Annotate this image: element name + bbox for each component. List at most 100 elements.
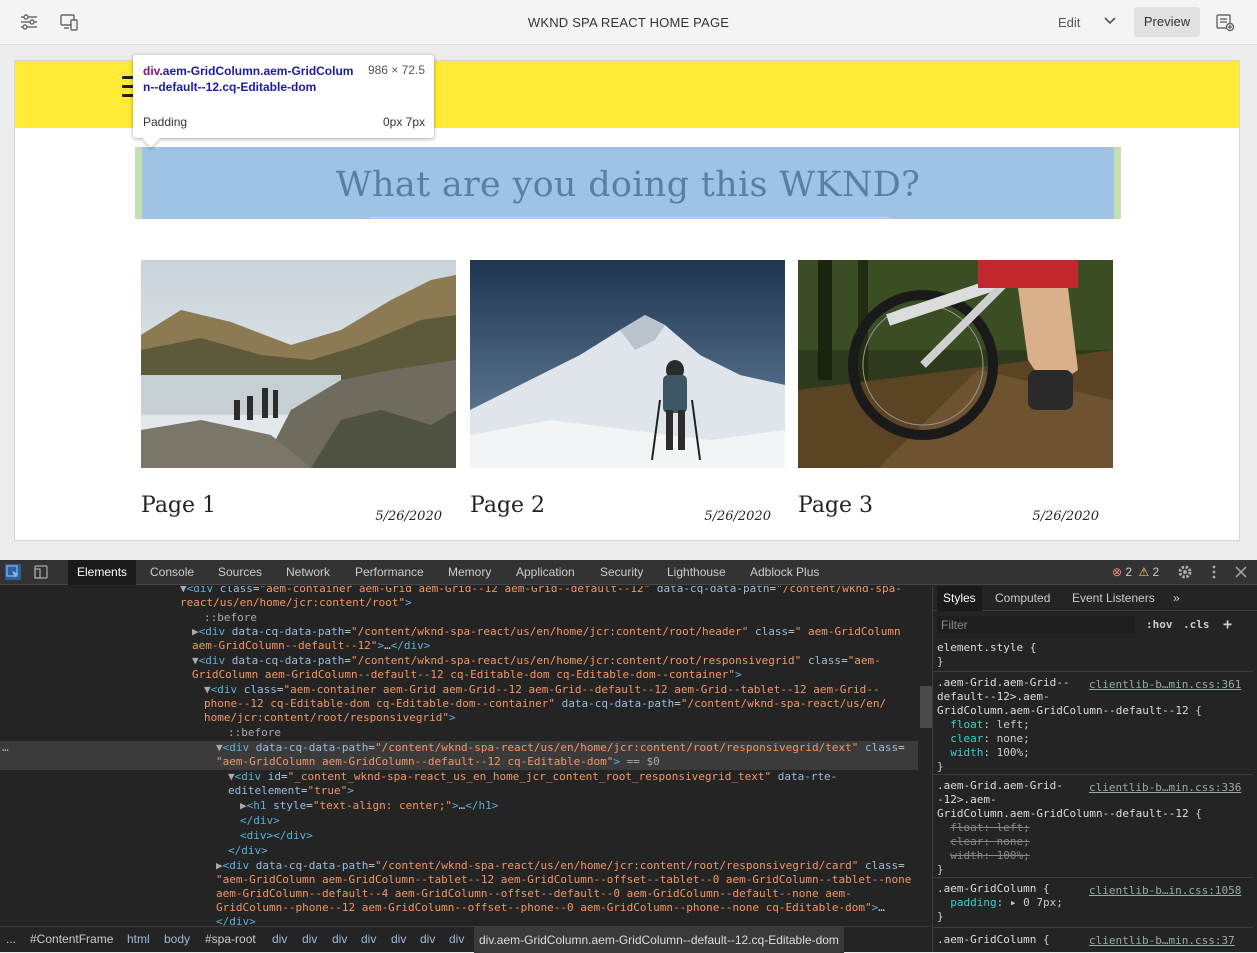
tooltip-size: 986 × 72.5 [367, 63, 425, 77]
breadcrumb-item[interactable]: div [449, 932, 464, 946]
dom-node: aem-GridColumn--default--12">…</div> [192, 639, 431, 652]
dom-node: aem-GridColumn--default--4 aem-GridColum… [216, 887, 852, 900]
styles-tab-bar: Styles Computed Event Listeners » [933, 586, 1257, 611]
preview-button[interactable]: Preview [1134, 7, 1200, 37]
card-image-bike [798, 260, 1113, 468]
stylesheet-link[interactable]: clientlib-b…in.css:1058 [1089, 884, 1241, 897]
dom-node: "aem-GridColumn aem-GridColumn--tablet--… [216, 873, 912, 886]
style-rule: .aem-GridColumn { [937, 933, 1050, 946]
dom-node: GridColumn--phone--12 aem-GridColumn--of… [216, 901, 885, 914]
breadcrumb-item[interactable]: div [420, 932, 435, 946]
breadcrumb-item[interactable]: #ContentFrame [30, 932, 113, 946]
rule-divider [933, 774, 1253, 775]
tab-sources[interactable]: Sources [218, 565, 262, 579]
dom-node: "aem-GridColumn aem-GridColumn--default-… [216, 755, 660, 768]
breadcrumb-overflow[interactable]: ... [6, 932, 16, 946]
dom-node: ::before [228, 726, 281, 739]
breadcrumb-item[interactable]: html [127, 932, 150, 946]
hover-state-toggle[interactable]: :hov [1146, 618, 1173, 631]
tab-computed[interactable]: Computed [995, 591, 1050, 605]
stylesheet-link[interactable]: clientlib-b…min.css:361 [1089, 678, 1241, 691]
breadcrumb-item[interactable]: body [164, 932, 190, 946]
breadcrumb-item[interactable]: div [391, 932, 406, 946]
styles-filter-input[interactable]: Filter [937, 616, 1135, 634]
dom-node[interactable]: ▼<div id="_content_wknd-spa-react_us_en_… [228, 770, 837, 784]
breadcrumb-item[interactable]: div [361, 932, 376, 946]
styles-pane: Styles Computed Event Listeners » Filter… [932, 586, 1257, 952]
tab-network[interactable]: Network [286, 565, 330, 579]
breadcrumb-item[interactable]: div [332, 932, 347, 946]
dom-node: </div> [240, 814, 280, 827]
tab-application[interactable]: Application [516, 565, 575, 579]
more-tabs-icon[interactable]: » [1173, 591, 1180, 605]
page-heading: What are you doing this WKND? [335, 165, 921, 205]
dom-node[interactable]: ▶<div data-cq-data-path="/content/wknd-s… [216, 859, 905, 873]
dom-node: editelement="true"> [228, 784, 354, 797]
card-image-mountain [470, 260, 785, 468]
dom-node[interactable]: ▼<div class="aem-container aem-Grid aem-… [180, 586, 902, 596]
close-icon[interactable] [1233, 564, 1249, 580]
devtools-tab-bar: Elements Console Sources Network Perform… [0, 560, 1257, 585]
tab-styles[interactable]: Styles [937, 586, 982, 611]
new-style-rule-icon[interactable]: + [1223, 615, 1232, 633]
tab-console[interactable]: Console [150, 565, 194, 579]
highlighted-component[interactable]: What are you doing this WKND? [135, 147, 1121, 219]
tab-security[interactable]: Security [600, 565, 643, 579]
error-warning-counter[interactable]: ⊗ 2 ⚠ 2 [1112, 565, 1159, 579]
tab-event-listeners[interactable]: Event Listeners [1072, 591, 1155, 605]
dom-node: ::before [204, 611, 257, 624]
tab-adblock-plus[interactable]: Adblock Plus [750, 565, 819, 579]
selected-dom-node[interactable]: ▼<div data-cq-data-path="/content/wknd-s… [216, 741, 905, 755]
inspect-tooltip: div.aem-GridColumn.aem-GridColumn--defau… [133, 55, 434, 138]
breadcrumb: ... #ContentFrame html body #spa-root di… [0, 926, 930, 953]
settings-gear-icon[interactable] [1177, 564, 1193, 580]
style-rule: .aem-GridColumn { padding: ▸ 0 7px; } [937, 882, 1063, 923]
more-options-icon[interactable] [1206, 564, 1222, 580]
tab-performance[interactable]: Performance [355, 565, 424, 579]
elements-scrollbar[interactable] [920, 686, 932, 728]
tooltip-selector: div.aem-GridColumn.aem-GridColumn--defau… [143, 64, 354, 94]
rule-divider [933, 877, 1253, 878]
rule-divider [933, 671, 1253, 672]
tooltip-padding-label: Padding [143, 115, 188, 129]
dom-node: </div> [228, 844, 268, 857]
breadcrumb-item[interactable]: div [302, 932, 317, 946]
mode-selector[interactable]: Edit [1058, 15, 1080, 30]
tab-memory[interactable]: Memory [448, 565, 491, 579]
dom-node: home/jcr:content/root/responsivegrid"> [204, 711, 456, 724]
dom-node[interactable]: ▼<div data-cq-data-path="/content/wknd-s… [192, 654, 881, 668]
card-date: 5/26/2020 [375, 509, 442, 524]
dom-node: react/us/en/home/jcr:content/root"> [180, 596, 412, 609]
dom-node: phone--12 cq-Editable-dom cq-Editable-do… [204, 697, 887, 710]
breadcrumb-current[interactable]: div.aem-GridColumn.aem-GridColumn--defau… [474, 927, 844, 953]
card-date: 5/26/2020 [704, 509, 771, 524]
class-toggle[interactable]: .cls [1183, 618, 1210, 631]
inspect-element-icon[interactable] [5, 564, 21, 580]
dom-node: GridColumn aem-GridColumn--default--12 c… [192, 668, 742, 681]
stylesheet-link[interactable]: clientlib-b…min.css:37 [1089, 934, 1235, 947]
highlight-content: What are you doing this WKND? [142, 147, 1114, 219]
dom-node: <div></div> [240, 829, 313, 842]
annotations-icon[interactable] [1215, 12, 1235, 32]
chevron-down-icon[interactable] [1103, 14, 1117, 31]
dom-node[interactable]: ▶<div data-cq-data-path="/content/wknd-s… [192, 625, 901, 639]
card-title[interactable]: Page 2 [470, 493, 545, 518]
dom-node[interactable]: ▶<h1 style="text-align: center;">…</h1> [240, 799, 498, 813]
rule-divider [933, 927, 1253, 928]
elements-tree[interactable]: ▼<div class="aem-container aem-Grid aem-… [0, 586, 918, 926]
dom-node[interactable]: ▼<div class="aem-container aem-Grid aem-… [204, 683, 880, 697]
card-title[interactable]: Page 1 [141, 493, 216, 518]
breadcrumb-item[interactable]: div [272, 932, 287, 946]
breadcrumb-item[interactable]: #spa-root [205, 932, 256, 946]
tab-elements[interactable]: Elements [68, 560, 137, 585]
devtools-panel: Elements Console Sources Network Perform… [0, 560, 1257, 953]
device-toolbar-icon[interactable] [33, 564, 49, 580]
card-image-lake [141, 260, 456, 468]
dom-node-ellipsis: … [2, 741, 9, 754]
heading-divider [369, 217, 889, 218]
dom-node: </div> [216, 915, 256, 926]
stylesheet-link[interactable]: clientlib-b…min.css:336 [1089, 781, 1241, 794]
card-title[interactable]: Page 3 [798, 493, 873, 518]
style-rule: element.style { } [937, 641, 1037, 668]
tab-lighthouse[interactable]: Lighthouse [667, 565, 726, 579]
